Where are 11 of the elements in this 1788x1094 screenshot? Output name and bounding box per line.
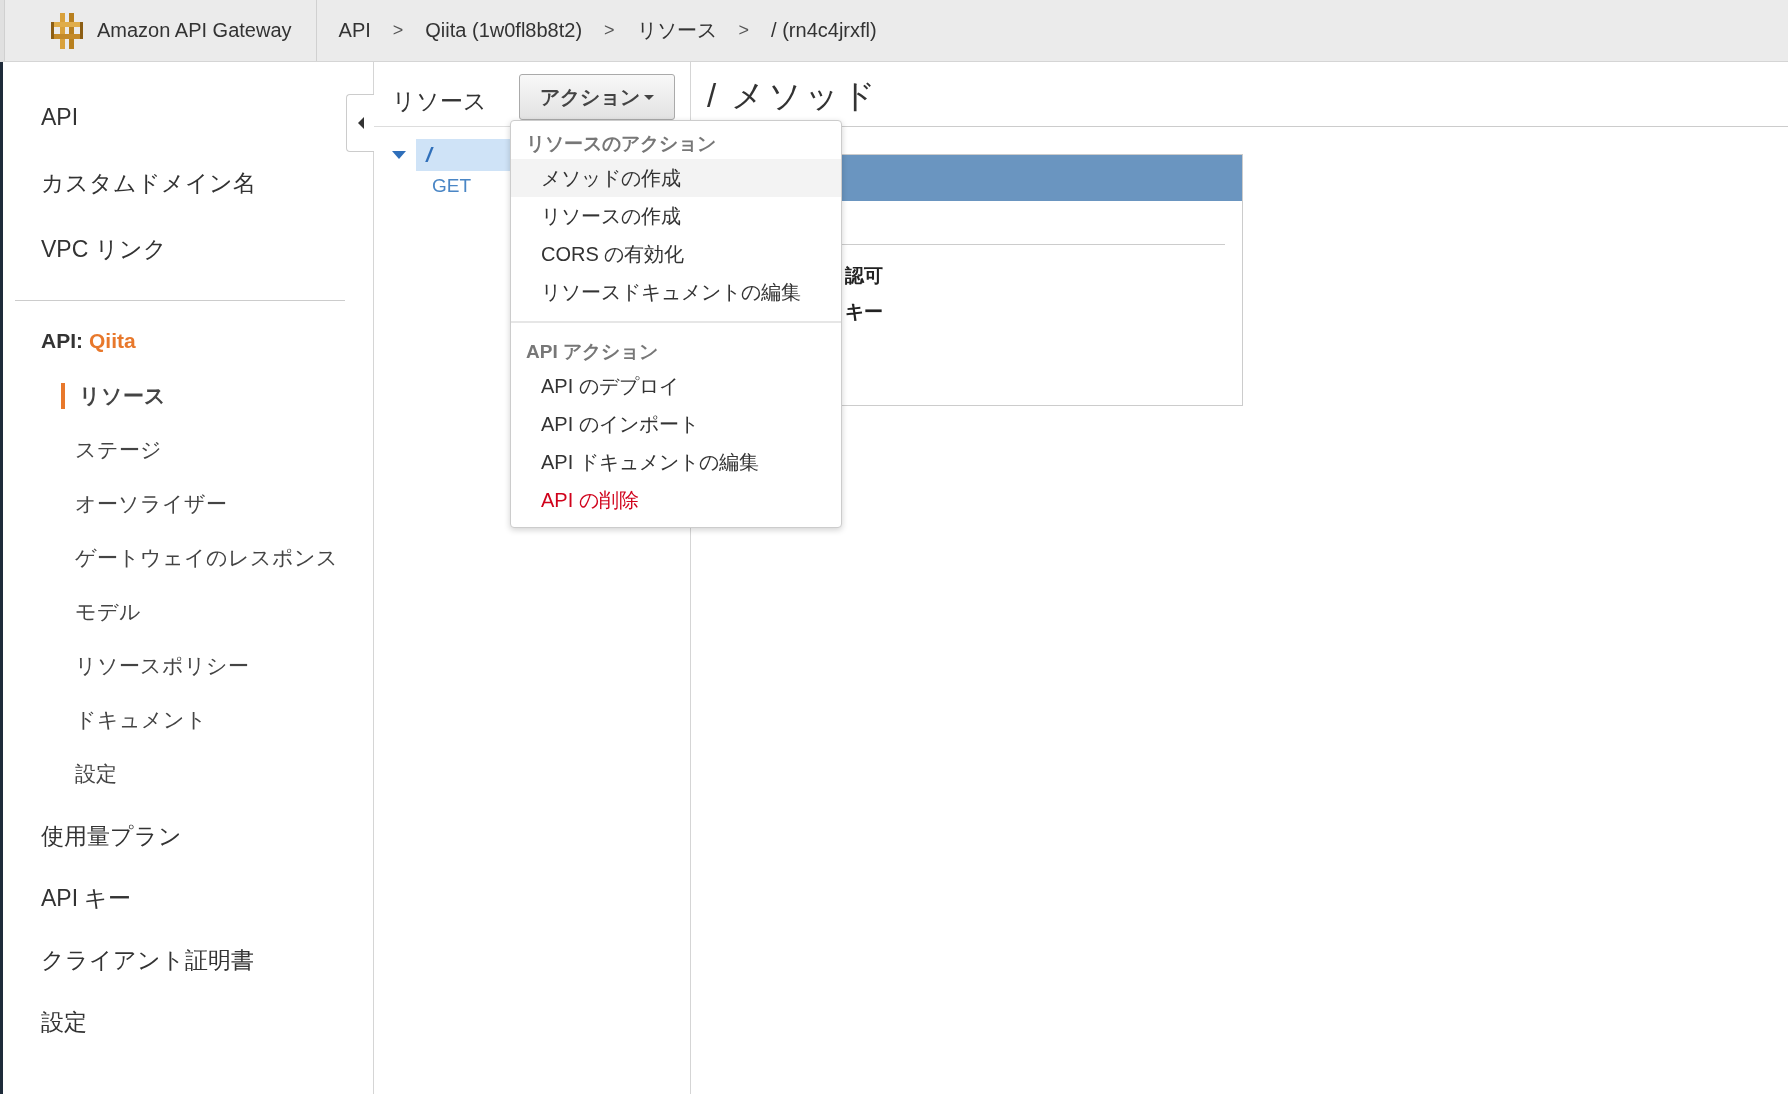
breadcrumb-separator: > [392,20,404,41]
resources-title: リソース [392,86,487,116]
page-title: / メソッド [707,76,881,116]
api-title: API: Qiita [40,328,137,354]
breadcrumb-separator: > [604,20,615,41]
breadcrumb-separator: > [738,20,750,41]
menu-heading: リソースのアクション [525,132,717,156]
panel-label: キー [845,300,884,324]
app-name: Amazon API Gateway [97,19,292,42]
menu-heading: API アクション [525,340,659,364]
panel-label: 認可 [845,264,884,288]
